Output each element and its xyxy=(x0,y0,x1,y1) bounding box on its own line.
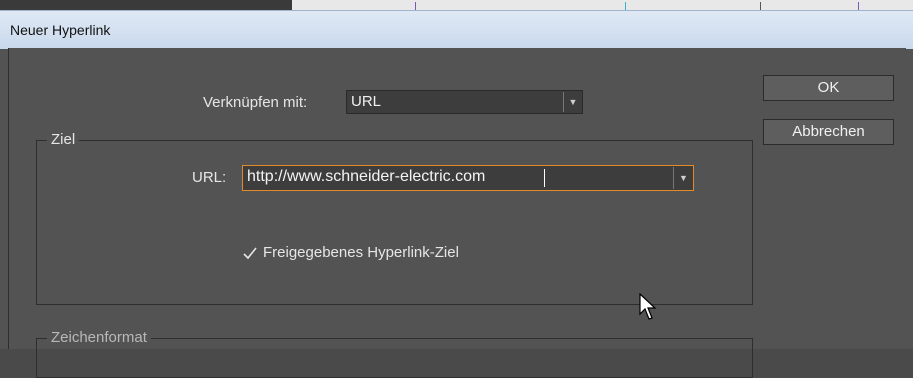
text-caret xyxy=(544,169,545,187)
background-application-strip xyxy=(0,0,913,10)
dialog-body: Verknüpfen mit: URL ▼ OK Abbrechen Ziel … xyxy=(8,48,906,378)
ok-button[interactable]: OK xyxy=(763,75,894,101)
link-with-select[interactable]: URL ▼ xyxy=(346,90,583,114)
background-mark xyxy=(858,2,859,10)
url-input[interactable]: http://www.schneider-electric.com ▼ xyxy=(242,165,694,191)
new-hyperlink-dialog: Neuer Hyperlink Verknüpfen mit: URL ▼ OK… xyxy=(0,10,913,378)
background-mark xyxy=(415,2,416,10)
character-format-group: Zeichenformat xyxy=(36,329,753,378)
background-panel xyxy=(0,0,292,10)
url-label: URL: xyxy=(192,169,227,186)
shared-target-checkbox[interactable] xyxy=(242,246,258,262)
chevron-down-icon: ▼ xyxy=(679,173,688,183)
background-mark xyxy=(760,2,761,10)
mouse-cursor-icon xyxy=(639,293,657,320)
character-format-legend: Zeichenformat xyxy=(47,329,151,346)
url-value: http://www.schneider-electric.com xyxy=(247,168,486,185)
chevron-down-icon[interactable]: ▼ xyxy=(563,92,582,112)
target-group: Ziel URL: http://www.schneider-electric.… xyxy=(36,131,753,305)
url-dropdown-button[interactable]: ▼ xyxy=(673,167,692,189)
cancel-button[interactable]: Abbrechen xyxy=(763,119,894,145)
link-with-label: Verknüpfen mit: xyxy=(203,94,308,111)
shared-target-label[interactable]: Freigegebenes Hyperlink-Ziel xyxy=(263,244,459,261)
checkmark-icon xyxy=(243,247,257,260)
background-mark xyxy=(625,2,626,10)
target-group-legend: Ziel xyxy=(47,131,80,148)
dialog-title: Neuer Hyperlink xyxy=(10,22,111,38)
link-with-value: URL xyxy=(351,93,382,110)
dialog-titlebar[interactable]: Neuer Hyperlink xyxy=(0,10,913,49)
